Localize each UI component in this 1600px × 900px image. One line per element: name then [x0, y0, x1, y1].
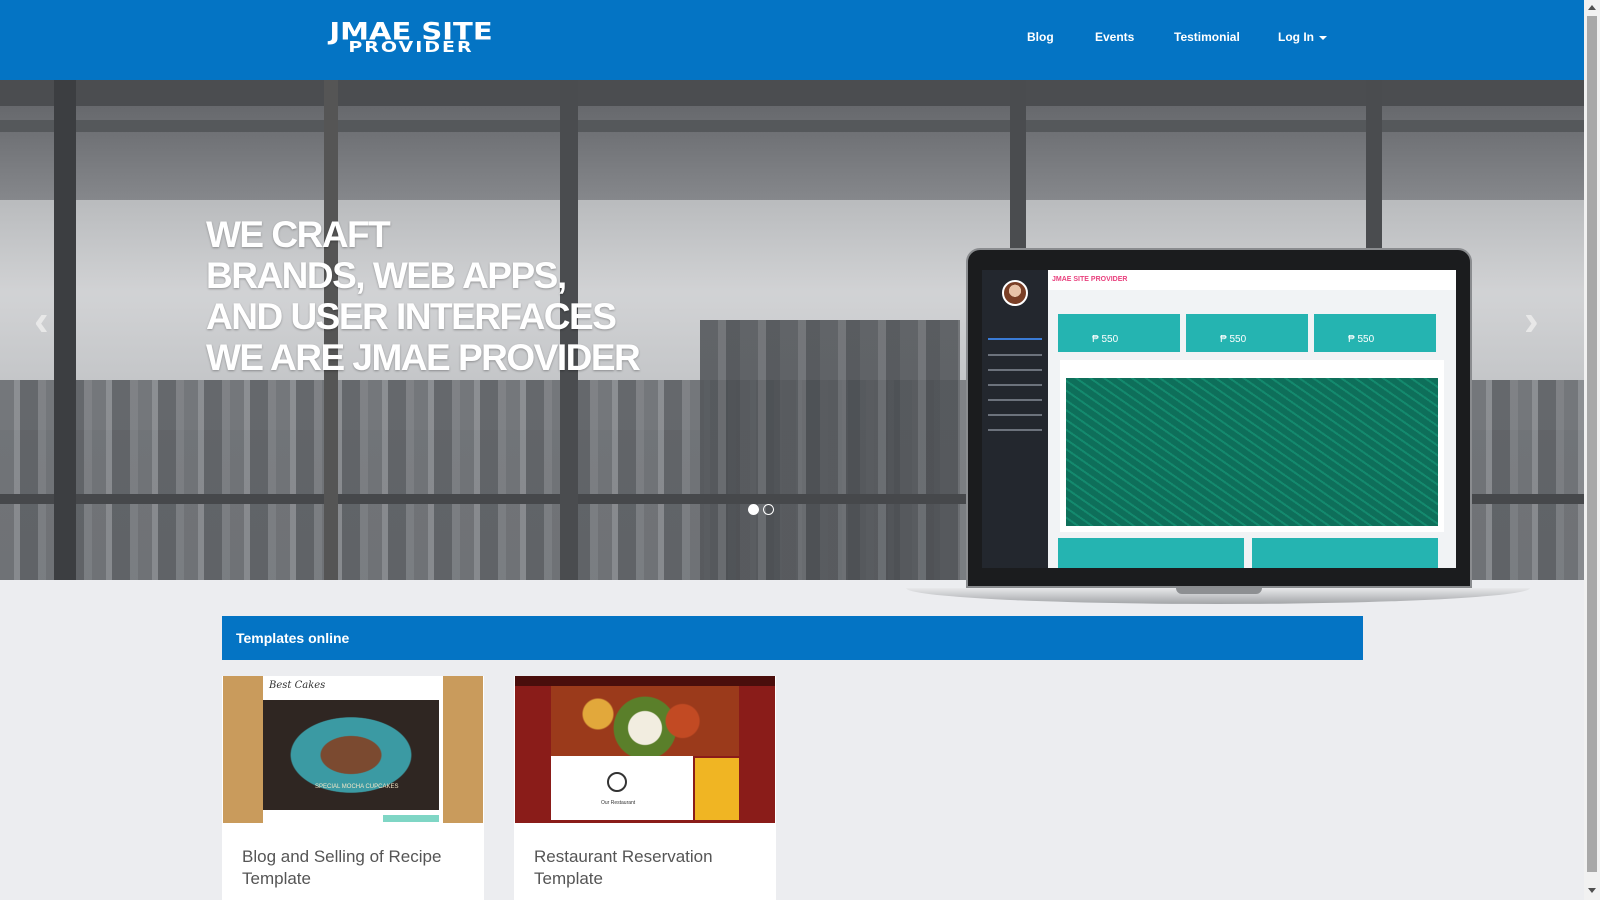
template-title[interactable]: Blog and Selling of Recipe Template [242, 846, 472, 890]
stat-value: ₱ 550 [1348, 334, 1375, 345]
stat-value: ₱ 550 [1092, 334, 1119, 345]
logo-line-2: PROVIDER [348, 38, 474, 56]
thumbnail-nav [515, 676, 775, 686]
logo-line-1: JMAE SITE [329, 17, 493, 46]
sidebar-item [988, 429, 1042, 431]
dashboard-sidebar [982, 270, 1048, 568]
login-dropdown[interactable]: Log In [1278, 30, 1327, 44]
caret-down-icon [1319, 35, 1327, 40]
nav-link-events[interactable]: Events [1095, 30, 1134, 44]
food-image [551, 686, 739, 756]
thumbnail-sidebar [695, 758, 739, 820]
sidebar-item [988, 414, 1042, 416]
top-navbar: JMAE SITE PROVIDER Blog Events Testimoni… [0, 0, 1584, 80]
carousel-dot[interactable] [763, 504, 774, 515]
template-thumbnail[interactable]: Our Restaurant [515, 676, 775, 823]
cupcakes-image [263, 700, 439, 810]
thumbnail-logo: Best Cakes [269, 680, 326, 691]
hero-pillar [1010, 80, 1026, 250]
thumbnail-button [383, 815, 439, 822]
plate-icon [607, 772, 627, 792]
stat-card [1252, 538, 1438, 568]
scrollbar-thumb[interactable] [1587, 16, 1597, 872]
scroll-down-arrow-icon[interactable] [1588, 888, 1596, 893]
avatar [1002, 280, 1028, 306]
sidebar-item [988, 338, 1042, 340]
laptop-notch [1176, 588, 1262, 594]
sidebar-item [988, 384, 1042, 386]
stat-value: ₱ 550 [1220, 334, 1247, 345]
dashboard-screenshot: JMAE SITE PROVIDER ₱ 550 ₱ 550 ₱ 550 [982, 270, 1456, 568]
dashboard-title: JMAE SITE PROVIDER [1052, 276, 1128, 283]
template-title[interactable]: Restaurant Reservation Template [534, 846, 764, 890]
hero-line: AND USER INTERFACES [206, 296, 617, 337]
hero-headline: WE CRAFT BRANDS, WEB APPS, AND USER INTE… [206, 214, 641, 378]
login-label: Log In [1278, 30, 1314, 44]
page-scrollbar[interactable] [1584, 0, 1600, 900]
sidebar-item [988, 354, 1042, 356]
stat-card: ₱ 550 [1314, 314, 1436, 352]
hero-beam-horizontal [0, 120, 1584, 132]
hero-ceiling [0, 80, 1584, 106]
laptop-mockup: JMAE SITE PROVIDER ₱ 550 ₱ 550 ₱ 550 [906, 248, 1530, 614]
stat-card [1058, 538, 1244, 568]
template-thumbnail[interactable]: Best Cakes SPECIAL MOCHA CUPCAKES [223, 676, 483, 823]
site-logo[interactable]: JMAE SITE PROVIDER [316, 20, 506, 59]
hero-line: WE ARE JMAE PROVIDER [206, 337, 641, 378]
sidebar-item [988, 399, 1042, 401]
template-card[interactable]: Best Cakes SPECIAL MOCHA CUPCAKES Blog a… [222, 676, 484, 900]
regional-map-panel [1060, 360, 1444, 532]
carousel-dot[interactable] [748, 504, 759, 515]
thumbnail-caption: SPECIAL MOCHA CUPCAKES [315, 784, 399, 790]
hero-pillar [54, 80, 76, 580]
stat-card: ₱ 550 [1058, 314, 1180, 352]
thumbnail-caption: Our Restaurant [601, 800, 636, 806]
scroll-up-arrow-icon[interactable] [1588, 5, 1596, 10]
hero-line: WE CRAFT [206, 214, 391, 255]
sidebar-item [988, 369, 1042, 371]
stat-card: ₱ 550 [1186, 314, 1308, 352]
hero-line: BRANDS, WEB APPS, [206, 255, 567, 296]
nav-link-blog[interactable]: Blog [1027, 30, 1054, 44]
laptop-lid: JMAE SITE PROVIDER ₱ 550 ₱ 550 ₱ 550 [966, 248, 1472, 588]
map-image [1066, 378, 1438, 526]
carousel-indicators [748, 504, 774, 515]
templates-heading: Templates online [222, 616, 1363, 660]
template-card[interactable]: Our Restaurant Restaurant Reservation Te… [514, 676, 776, 900]
carousel-prev-arrow-icon[interactable]: ‹ [34, 296, 49, 346]
nav-link-testimonial[interactable]: Testimonial [1174, 30, 1240, 44]
